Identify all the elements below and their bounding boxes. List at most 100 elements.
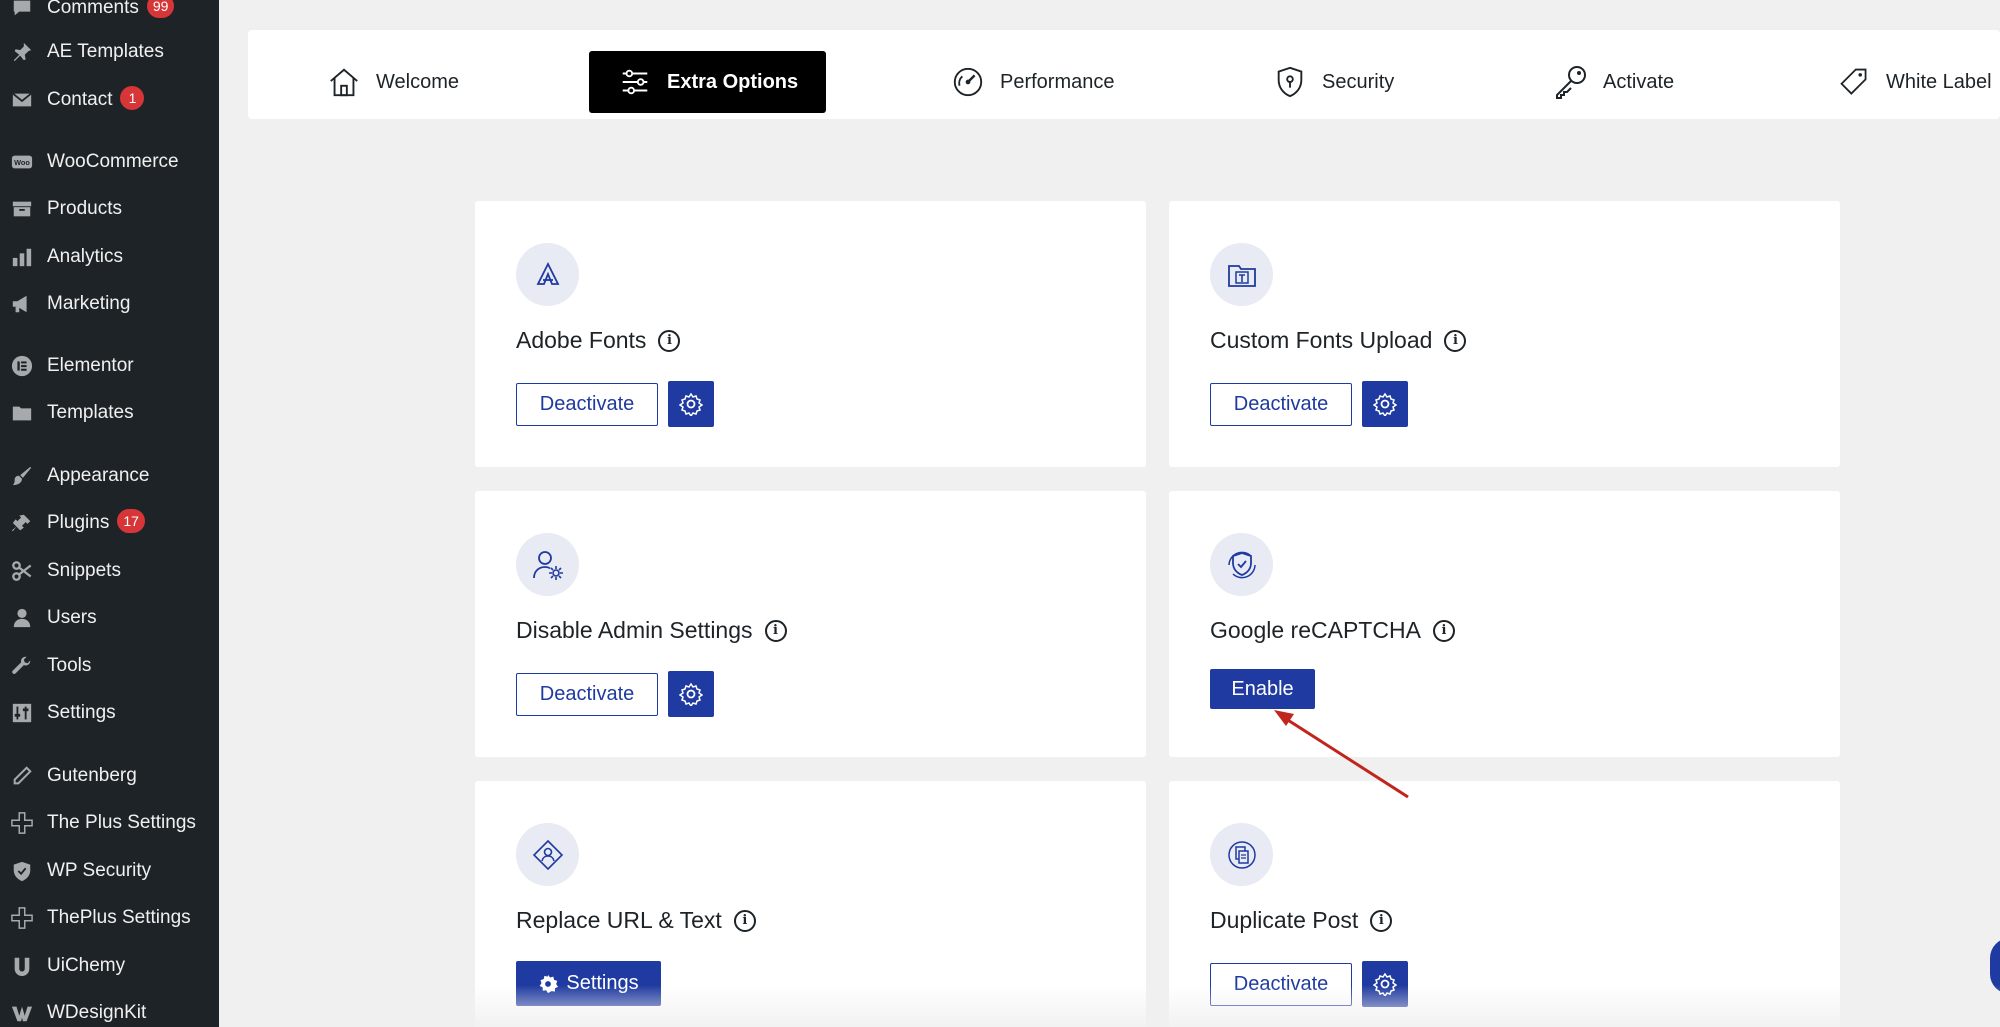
sidebar-item-label: Users [47,607,97,628]
tab-label: Activate [1603,70,1675,93]
sidebar-item-ae-templates[interactable]: AE Templates [0,32,219,72]
sidebar-item-elementor[interactable]: Elementor [0,346,219,386]
sidebar-item-wp-security[interactable]: WP Security [0,851,219,891]
sidebar-item-label: Comments [47,0,139,19]
sidebar-item-appearance[interactable]: Appearance [0,456,219,496]
bar-chart-icon [10,245,34,269]
sidebar-item-label: Analytics [47,246,124,267]
shield-icon [1272,64,1308,100]
sidebar-item-theplus-settings[interactable]: ThePlus Settings [0,898,219,938]
feature-title-text: Adobe Fonts [516,327,647,353]
sidebar-item-wdesignkit[interactable]: WDesignKit [0,993,219,1027]
info-icon[interactable]: i [658,329,681,352]
plus-icon [10,811,34,835]
settings-gear-button[interactable] [1362,381,1408,427]
feature-title: Adobe Fonts i [516,327,681,354]
info-icon[interactable]: i [1370,909,1393,932]
tab-welcome[interactable]: Welcome [326,51,459,113]
deactivate-button[interactable]: Deactivate [516,383,658,426]
sidebar-item-comments[interactable]: Comments 99 [0,0,219,28]
sidebar-item-label: ThePlus Settings [47,907,191,928]
deactivate-button[interactable]: Deactivate [516,673,658,716]
tab-performance[interactable]: Performance [950,51,1115,113]
info-icon[interactable]: i [1432,619,1455,642]
sidebar-item-label: Snippets [47,560,121,581]
feature-title: Disable Admin Settings i [516,617,787,644]
feature-title-text: Disable Admin Settings [516,617,753,643]
sidebar-item-tools[interactable]: Tools [0,646,219,686]
count-badge: 1 [120,86,145,110]
deactivate-button[interactable]: Deactivate [1210,383,1352,426]
svg-text:Woo: Woo [14,158,30,167]
wrench-icon [10,654,34,678]
feature-title: Google reCAPTCHA i [1210,617,1455,644]
speedometer-icon [950,64,986,100]
gear-icon [679,392,703,416]
sliders-icon [10,701,34,725]
sliders-icon [617,64,653,100]
sidebar-item-settings[interactable]: Settings [0,693,219,733]
uichemy-icon [10,954,34,978]
sidebar-item-label: Gutenberg [47,765,137,786]
tag-icon [1836,64,1872,100]
sidebar-item-label: Marketing [47,293,131,314]
sidebar-item-label: Contact [47,89,113,111]
sidebar-item-label: WP Security [47,860,152,881]
sidebar-item-label: Elementor [47,355,134,376]
brush-icon [10,464,34,488]
duplicate-icon [1210,823,1273,886]
user-gear-icon [516,533,579,596]
feature-card-adobe-fonts: Adobe Fonts i Deactivate [475,201,1146,467]
count-badge: 99 [146,0,175,18]
settings-gear-button[interactable] [668,381,714,427]
recaptcha-shield-icon [1210,533,1273,596]
sidebar-item-label: Appearance [47,465,150,486]
feature-title-text: Custom Fonts Upload [1210,327,1433,353]
pencil-icon [10,764,34,788]
elementor-icon [10,354,34,378]
settings-gear-button[interactable] [668,671,714,717]
scissors-icon [10,559,34,583]
tab-label: Performance [1000,70,1115,93]
sidebar-item-label: The Plus Settings [47,812,196,833]
archive-icon [10,197,34,221]
settings-tab-bar [248,30,2000,119]
tab-extra-options[interactable]: Extra Options [589,51,827,113]
tab-label: Security [1322,70,1395,93]
annotation-arrow [1274,710,1409,799]
tab-security[interactable]: Security [1272,51,1394,113]
folder-icon [10,401,34,425]
tab-label: White Label [1886,70,1992,93]
shield-icon [10,859,34,883]
feature-card-custom-fonts-upload: Custom Fonts Upload i Deactivate [1169,201,1840,467]
sidebar-item-marketing[interactable]: Marketing [0,284,219,324]
tab-label: Extra Options [667,70,799,93]
info-icon[interactable]: i [764,619,787,642]
tab-white-label[interactable]: White Label [1836,51,1992,113]
sidebar-item-woocommerce[interactable]: Woo WooCommerce [0,142,219,182]
info-icon[interactable]: i [733,909,756,932]
sidebar-item-users[interactable]: Users [0,598,219,638]
sidebar-item-label: WDesignKit [47,1002,147,1023]
tab-activate[interactable]: Activate [1553,51,1674,113]
sidebar-item-uichemy[interactable]: UiChemy [0,946,219,986]
pin-icon [10,40,34,64]
sidebar-item-contact[interactable]: Contact 1 [0,80,219,120]
info-icon[interactable]: i [1444,329,1467,352]
sidebar-item-templates[interactable]: Templates [0,393,219,433]
sidebar-item-the-plus-settings[interactable]: The Plus Settings [0,803,219,843]
sidebar-item-snippets[interactable]: Snippets [0,551,219,591]
sidebar-item-products[interactable]: Products [0,189,219,229]
feature-title-text: Replace URL & Text [516,907,722,933]
sidebar-item-label: Plugins [47,512,110,534]
feature-title: Duplicate Post i [1210,907,1393,934]
replace-url-icon [516,823,579,886]
sidebar-item-analytics[interactable]: Analytics [0,237,219,277]
bottom-fade [219,985,2000,1027]
gear-icon [1373,392,1397,416]
feature-title: Custom Fonts Upload i [1210,327,1467,354]
sidebar-item-label: AE Templates [47,41,164,62]
sidebar-item-plugins[interactable]: Plugins 17 [0,503,219,543]
feature-title: Replace URL & Text i [516,907,756,934]
sidebar-item-gutenberg[interactable]: Gutenberg [0,756,219,796]
